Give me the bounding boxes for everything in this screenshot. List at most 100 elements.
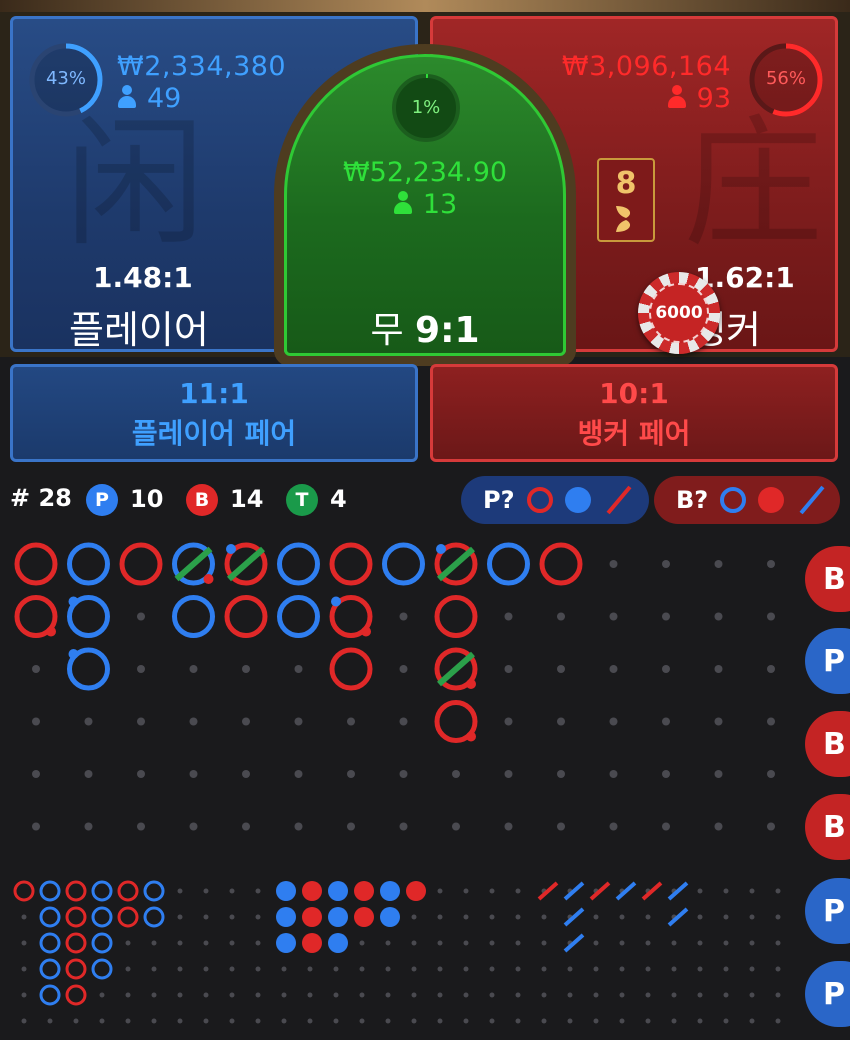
small-grid-dot — [723, 992, 729, 998]
small-road-mark — [276, 933, 296, 953]
small-grid-dot — [723, 1018, 729, 1024]
player-pair-dot — [68, 649, 79, 659]
slash-icon — [796, 487, 826, 513]
small-grid-dot — [99, 992, 105, 998]
big-road-result — [67, 542, 110, 586]
small-grid-dot — [255, 1018, 261, 1024]
big-eye-road-mark — [39, 958, 61, 980]
small-grid-dot — [671, 1018, 677, 1024]
player-odds: 1.48:1 — [93, 261, 193, 294]
grid-dot — [662, 822, 670, 831]
ring-icon — [526, 487, 553, 513]
tie-bettor-number: 13 — [422, 189, 458, 220]
small-grid-dot — [645, 914, 651, 920]
grid-dot — [137, 717, 145, 726]
big-road-result — [14, 542, 58, 586]
small-grid-dot — [489, 1018, 495, 1024]
banker-ask-button[interactable]: B? — [654, 476, 840, 524]
small-grid-dot — [749, 966, 755, 972]
big-road-result — [487, 542, 530, 586]
small-grid-dot — [229, 940, 235, 946]
grid-dot — [714, 717, 723, 726]
big-road-result — [277, 542, 320, 586]
grid-dot — [347, 717, 355, 726]
small-grid-dot — [671, 992, 677, 998]
big-road-result — [329, 647, 373, 691]
small-grid-dot — [515, 966, 521, 972]
small-grid-dot — [411, 992, 417, 998]
banker-pair-bet-spot[interactable]: 10:1 뱅커 페어 — [430, 364, 838, 462]
small-grid-dot — [21, 992, 27, 998]
small-grid-dot — [437, 914, 443, 920]
tie-count: T4 — [286, 484, 347, 516]
small-grid-dot — [567, 1018, 573, 1024]
small-grid-dot — [567, 966, 573, 972]
grid-dot — [557, 612, 565, 621]
player-total-bet: ₩2,334,380 — [117, 51, 287, 82]
grid-dot — [32, 717, 40, 726]
grid-dot — [767, 822, 775, 831]
grid-dot — [557, 717, 565, 726]
person-icon — [393, 191, 413, 215]
player-hanzi-watermark: 闲 — [65, 103, 206, 266]
small-grid-dot — [255, 940, 261, 946]
small-grid-dot — [437, 1018, 443, 1024]
big-road-result — [277, 595, 320, 638]
grid-dot — [609, 770, 618, 778]
chip-value: 6000 — [655, 303, 703, 323]
small-grid-dot — [515, 992, 521, 998]
grid-dot — [662, 665, 670, 673]
small-grid-dot — [619, 966, 625, 972]
small-grid-dot — [333, 966, 339, 972]
small-grid-dot — [775, 888, 781, 894]
banker-bettor-number: 93 — [696, 83, 731, 114]
player-bettor-number: 49 — [147, 83, 182, 114]
small-road-mark — [354, 907, 374, 927]
small-grid-dot — [463, 940, 469, 946]
small-grid-dot — [385, 966, 391, 972]
small-grid-dot — [697, 966, 703, 972]
big-eye-road-mark — [13, 880, 35, 902]
small-grid-dot — [21, 966, 27, 972]
tie-bet-spot[interactable]: 1% ₩52,234.90 13 무 9:1 — [284, 54, 566, 356]
player-pair-dot — [68, 596, 79, 607]
small-grid-dot — [671, 966, 677, 972]
grid-dot — [242, 717, 250, 726]
small-grid-dot — [567, 992, 573, 998]
player-pair-odds: 11:1 — [179, 377, 249, 410]
player-pair-dot — [436, 544, 446, 554]
grid-dot — [609, 560, 618, 568]
big-eye-road-mark — [39, 906, 61, 928]
grid-dot — [137, 665, 145, 673]
small-grid-dot — [411, 940, 417, 946]
player-ask-button[interactable]: P? — [461, 476, 649, 524]
banker-pair-dot — [466, 731, 476, 742]
small-grid-dot — [255, 992, 261, 998]
small-grid-dot — [489, 992, 495, 998]
grid-dot — [452, 770, 460, 778]
grid-dot — [294, 822, 303, 831]
grid-dot — [399, 717, 408, 726]
grid-dot — [294, 665, 303, 673]
small-grid-dot — [177, 914, 183, 920]
roadmap-grid — [13, 542, 781, 1024]
player-win-number: 10 — [130, 485, 164, 513]
small-grid-dot — [281, 966, 287, 972]
tie-badge: T — [286, 484, 318, 516]
small-road-mark — [328, 881, 348, 901]
small-grid-dot — [229, 888, 235, 894]
small-grid-dot — [515, 888, 521, 894]
small-grid-dot — [645, 1018, 651, 1024]
small-grid-dot — [359, 940, 365, 946]
small-grid-dot — [749, 914, 755, 920]
small-grid-dot — [775, 992, 781, 998]
big-eye-road-mark — [65, 984, 87, 1006]
small-grid-dot — [619, 940, 625, 946]
small-grid-dot — [697, 940, 703, 946]
grid-dot — [557, 770, 565, 778]
player-pair-bet-spot[interactable]: 11:1 플레이어 페어 — [10, 364, 418, 462]
small-grid-dot — [489, 966, 495, 972]
grid-dot — [662, 717, 670, 726]
grid-dot — [767, 560, 775, 568]
placed-chip[interactable]: 6000 — [638, 272, 720, 354]
